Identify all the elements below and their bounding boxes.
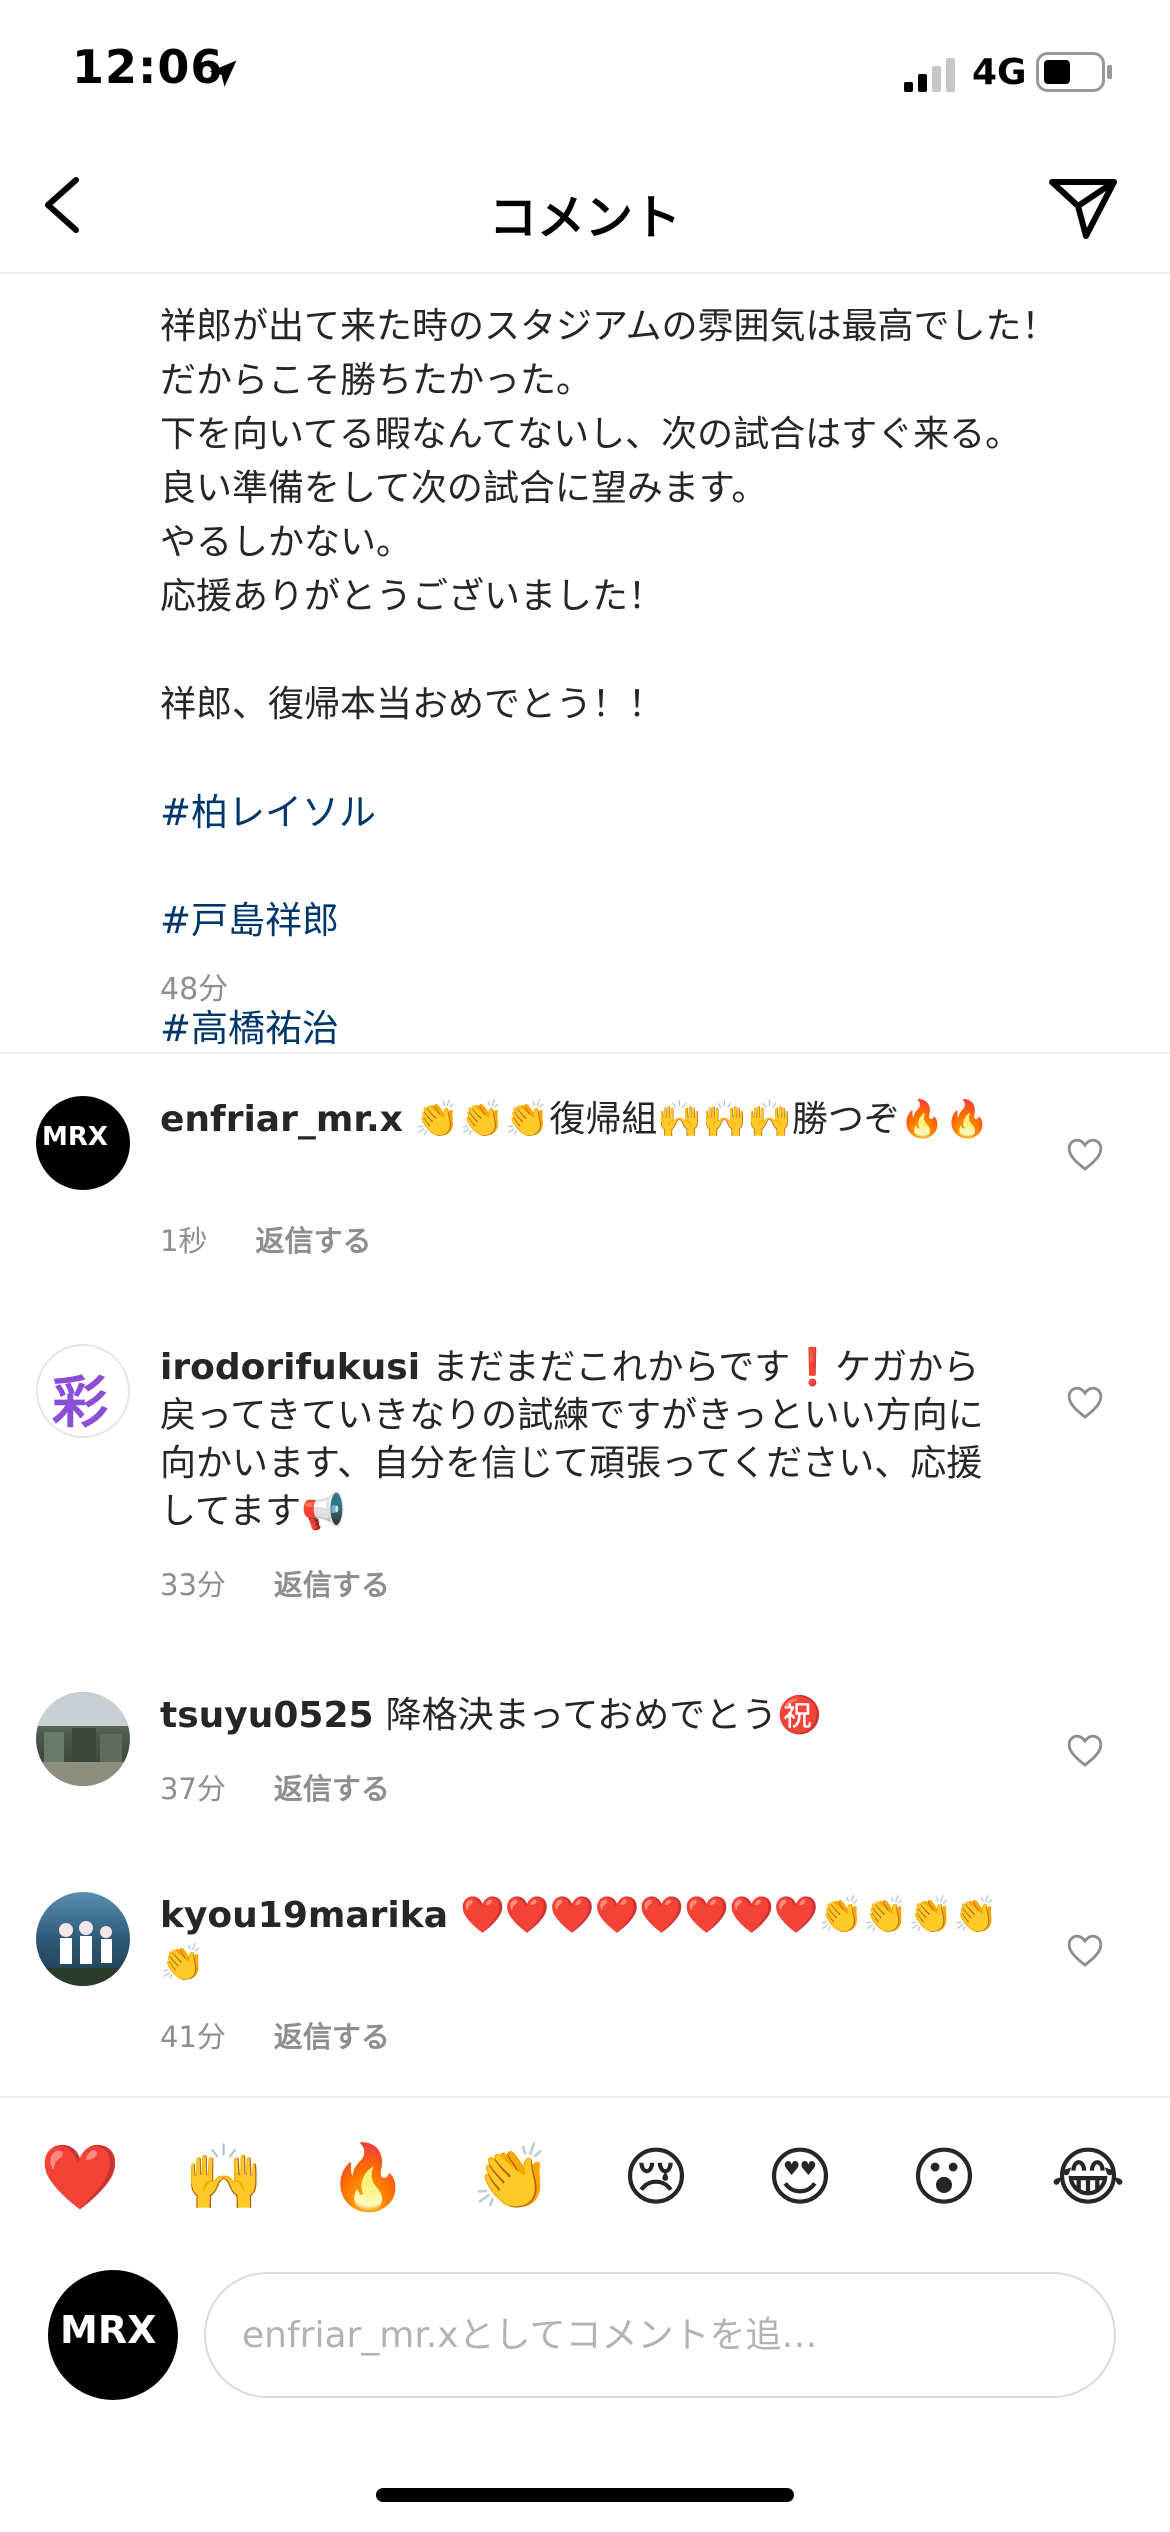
comment-input[interactable]: [206, 2274, 1114, 2396]
reaction-heart-eyes[interactable]: 😍: [760, 2138, 840, 2218]
current-user-avatar: MRX: [48, 2270, 178, 2400]
comment-text: tsuyu0525 降格決まっておめでとう㊗️: [160, 1692, 1010, 1740]
send-icon[interactable]: [1046, 172, 1120, 242]
post-caption: 祥郎が出て来た時のスタジアムの雰囲気は最高でした！ だからこそ勝ちたかった。 下…: [0, 274, 1170, 1054]
battery-icon: [1036, 52, 1112, 92]
reaction-fire[interactable]: 🔥: [328, 2138, 408, 2218]
comment-text: irodorifukusi まだまだこれからです❗️ケガから戻ってきていきなりの試…: [160, 1344, 1010, 1536]
hashtag-link[interactable]: #高橋祐治: [160, 1002, 1120, 1054]
comment-time: 41分: [160, 2020, 226, 2054]
comment-username[interactable]: irodorifukusi: [160, 1347, 420, 1388]
comment-username[interactable]: tsuyu0525: [160, 1695, 374, 1736]
comment-body: 降格決まっておめでとう㊗️: [385, 1695, 823, 1736]
like-heart-icon[interactable]: [1066, 1732, 1104, 1768]
comment-meta: 33分 返信する: [160, 1562, 390, 1604]
network-type: 4G: [972, 52, 1027, 93]
location-arrow-icon: [209, 60, 237, 87]
caption-divider: [0, 1052, 1170, 1054]
avatar-photo: [36, 1692, 130, 1786]
comment-time: 37分: [160, 1772, 226, 1806]
reaction-heart[interactable]: ❤️: [40, 2138, 120, 2218]
hashtag-link[interactable]: #戸島祥郎: [160, 894, 1120, 948]
avatar-photo: [36, 1921, 130, 1986]
page-title: コメント: [488, 190, 681, 246]
comment-username[interactable]: enfriar_mr.x: [160, 1099, 403, 1140]
comment-time: 1秒: [160, 1224, 208, 1258]
comment-text: enfriar_mr.x 👏👏👏復帰組🙌🙌🙌勝つぞ🔥🔥: [160, 1096, 1010, 1144]
avatar[interactable]: MRX: [36, 1096, 130, 1190]
reaction-bar-divider: [0, 2096, 1170, 2098]
like-heart-icon[interactable]: [1066, 1136, 1104, 1172]
caption-timestamp: 48分: [160, 972, 229, 1007]
reaction-laughing[interactable]: 😂: [1048, 2138, 1128, 2218]
comment-input-container: [204, 2272, 1116, 2398]
cellular-signal-icon: [904, 58, 955, 92]
status-time: 12:06: [72, 40, 224, 94]
reaction-raised-hands[interactable]: 🙌: [184, 2138, 264, 2218]
comment-text: kyou19marika ❤️❤️❤️❤️❤️❤️❤️❤️👏👏👏👏👏: [160, 1892, 1010, 1988]
comment-meta: 1秒 返信する: [160, 1218, 371, 1260]
reply-button[interactable]: 返信する: [255, 1224, 371, 1258]
reply-button[interactable]: 返信する: [274, 2020, 390, 2054]
hashtag-link[interactable]: #柏レイソル: [160, 786, 1120, 840]
avatar[interactable]: [36, 1692, 130, 1786]
comment-meta: 37分 返信する: [160, 1766, 390, 1808]
reply-button[interactable]: 返信する: [274, 1568, 390, 1602]
like-heart-icon[interactable]: [1066, 1932, 1104, 1968]
avatar[interactable]: 彩: [36, 1344, 130, 1438]
comment-meta: 41分 返信する: [160, 2014, 390, 2056]
comment-body: 👏👏👏復帰組🙌🙌🙌勝つぞ🔥🔥: [414, 1099, 990, 1140]
reaction-clap[interactable]: 👏: [472, 2138, 552, 2218]
avatar[interactable]: [36, 1892, 130, 1986]
caption-text: 祥郎が出て来た時のスタジアムの雰囲気は最高でした！ だからこそ勝ちたかった。 下…: [160, 306, 1058, 725]
comment-username[interactable]: kyou19marika: [160, 1895, 448, 1936]
reaction-surprised[interactable]: 😮: [904, 2138, 984, 2218]
like-heart-icon[interactable]: [1066, 1384, 1104, 1420]
reaction-crying[interactable]: 😢: [616, 2138, 696, 2218]
comment-time: 33分: [160, 1568, 226, 1602]
reply-button[interactable]: 返信する: [274, 1772, 390, 1806]
home-indicator[interactable]: [376, 2488, 794, 2502]
